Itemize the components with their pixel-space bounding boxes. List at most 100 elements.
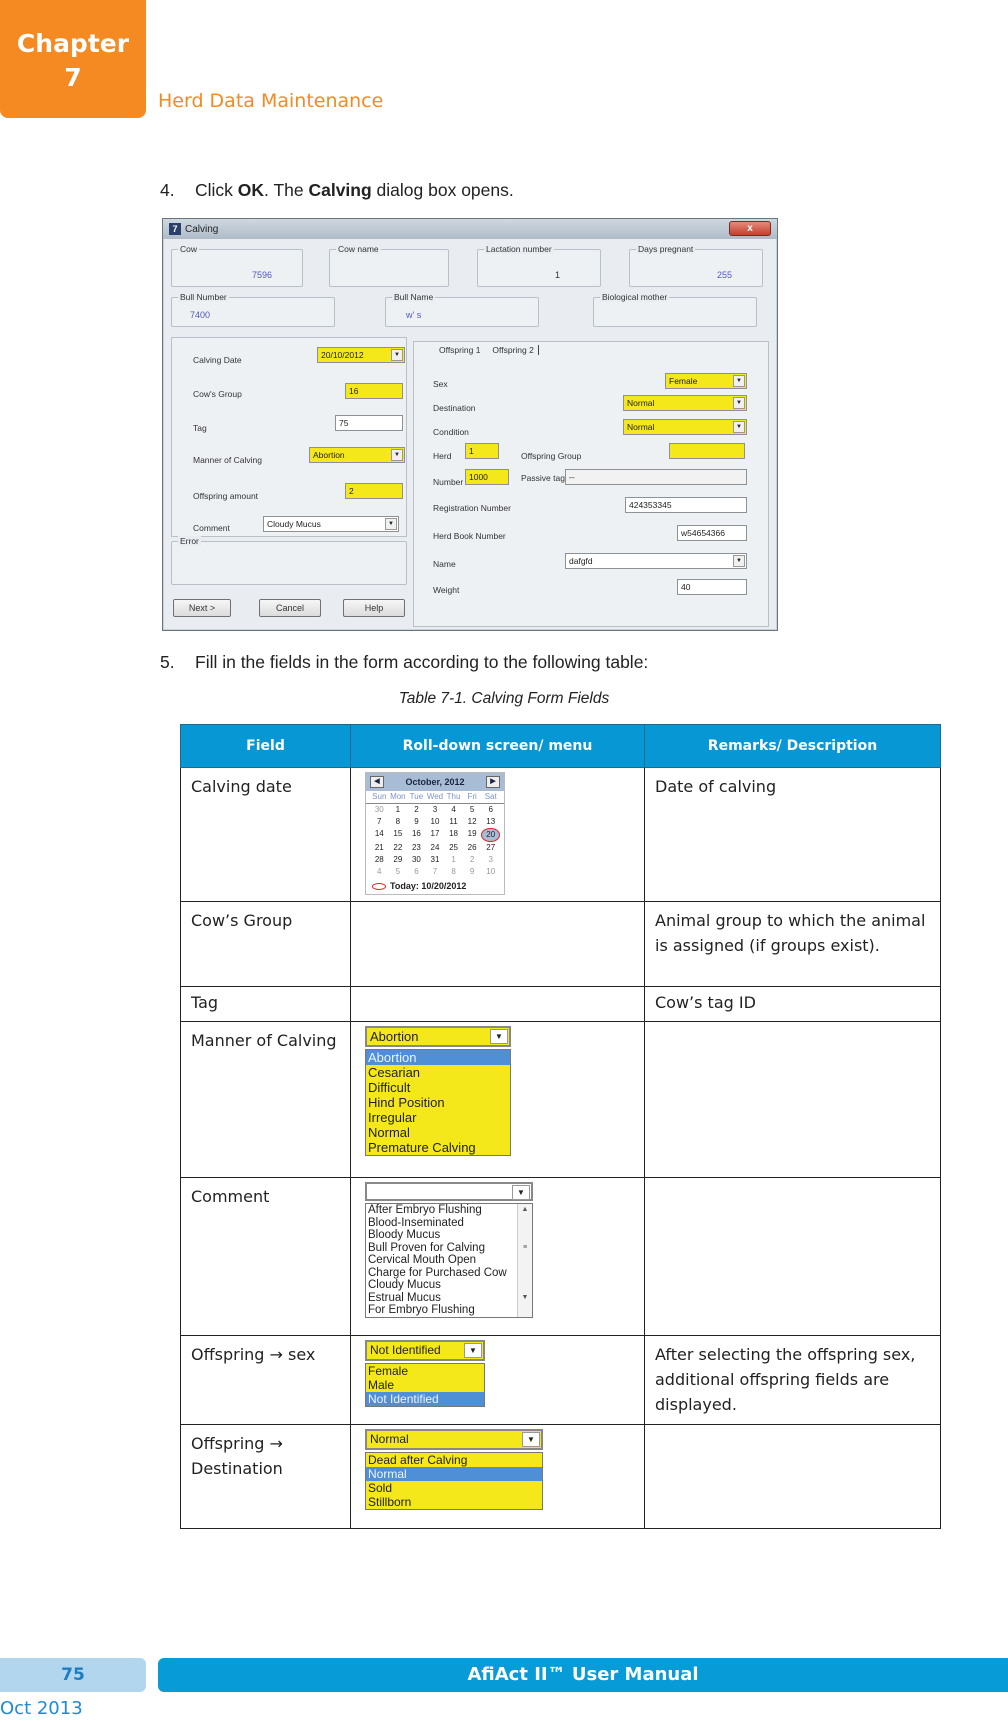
comment-option[interactable]: Charge for Purchased Cow: [368, 1267, 514, 1280]
destination-option[interactable]: Stillborn: [368, 1495, 540, 1509]
calendar-day[interactable]: 9: [463, 866, 482, 878]
calendar-day[interactable]: 31: [426, 854, 445, 866]
calendar-day[interactable]: 3: [481, 854, 500, 866]
manner-option[interactable]: Hind Position: [368, 1095, 508, 1110]
calendar-day[interactable]: 7: [370, 816, 389, 828]
chevron-down-icon[interactable]: ▼: [512, 1185, 530, 1200]
comment-select[interactable]: Cloudy Mucus ▼: [263, 516, 399, 532]
calendar-day[interactable]: 5: [389, 866, 408, 878]
comment-option[interactable]: Estrual Mucus: [368, 1292, 514, 1305]
chevron-down-icon[interactable]: ▼: [391, 349, 403, 361]
chevron-down-icon[interactable]: ▼: [385, 518, 397, 530]
calendar-day[interactable]: 2: [407, 804, 426, 816]
sex-select[interactable]: Female ▼: [665, 373, 747, 389]
destination-option[interactable]: Normal: [366, 1467, 542, 1481]
registration-number-field[interactable]: 424353345: [625, 497, 747, 513]
chevron-down-icon[interactable]: ▼: [733, 421, 745, 433]
next-month-icon[interactable]: ▶: [485, 776, 500, 788]
calendar-day[interactable]: 12: [463, 816, 482, 828]
calendar-day[interactable]: 6: [407, 866, 426, 878]
chevron-down-icon[interactable]: ▼: [733, 555, 745, 567]
calendar-day[interactable]: 14: [370, 828, 389, 842]
tab-offspring-2[interactable]: Offspring 2: [490, 345, 539, 355]
calendar-day[interactable]: 17: [426, 828, 445, 842]
manner-option[interactable]: Cesarian: [368, 1065, 508, 1080]
comment-option[interactable]: For Embryo Flushing: [368, 1304, 514, 1317]
chevron-down-icon[interactable]: ▼: [464, 1343, 482, 1358]
calendar-day[interactable]: 16: [407, 828, 426, 842]
calendar-day[interactable]: 7: [426, 866, 445, 878]
calendar-day[interactable]: 4: [370, 866, 389, 878]
offspring-group-field[interactable]: [669, 443, 745, 459]
calendar-day[interactable]: 19: [463, 828, 482, 842]
chevron-down-icon[interactable]: ▼: [522, 1432, 540, 1447]
calendar-day[interactable]: 4: [444, 804, 463, 816]
calendar-day[interactable]: 26: [463, 842, 482, 854]
manner-of-calving-select[interactable]: Abortion ▼: [309, 447, 405, 463]
calving-date-field[interactable]: 20/10/2012 ▼: [317, 347, 405, 363]
calendar-day[interactable]: 22: [389, 842, 408, 854]
chevron-down-icon[interactable]: ▼: [391, 449, 403, 461]
calendar-day[interactable]: 13: [481, 816, 500, 828]
calendar-day[interactable]: 6: [481, 804, 500, 816]
today-label[interactable]: Today: 10/20/2012: [390, 880, 466, 892]
calendar-day[interactable]: 20: [481, 828, 500, 842]
next-button[interactable]: Next >: [173, 599, 231, 617]
manner-option[interactable]: Abortion: [366, 1050, 510, 1065]
manner-option[interactable]: Premature Calving: [368, 1140, 508, 1155]
sex-option[interactable]: Not Identified: [366, 1392, 484, 1406]
calendar-day[interactable]: 10: [481, 866, 500, 878]
comment-option[interactable]: Blood-Inseminated: [368, 1217, 514, 1230]
herd-field[interactable]: 1: [465, 443, 499, 459]
calendar-day[interactable]: 3: [426, 804, 445, 816]
cows-group-field[interactable]: 16: [345, 383, 403, 399]
manner-option[interactable]: Irregular: [368, 1110, 508, 1125]
manner-option[interactable]: Normal: [368, 1125, 508, 1140]
calendar-day[interactable]: 9: [407, 816, 426, 828]
calendar-day[interactable]: 5: [463, 804, 482, 816]
chevron-down-icon[interactable]: ▼: [490, 1029, 508, 1044]
destination-option[interactable]: Dead after Calving: [368, 1453, 540, 1467]
calendar-day[interactable]: 29: [389, 854, 408, 866]
calendar-day[interactable]: 11: [444, 816, 463, 828]
tab-offspring-1[interactable]: Offspring 1: [437, 345, 482, 355]
condition-select[interactable]: Normal ▼: [623, 419, 747, 435]
tag-field[interactable]: 75: [335, 415, 403, 431]
destination-select[interactable]: Normal ▼: [623, 395, 747, 411]
calendar-day[interactable]: 15: [389, 828, 408, 842]
calendar-day[interactable]: 28: [370, 854, 389, 866]
calendar-day[interactable]: 30: [370, 804, 389, 816]
number-field[interactable]: 1000: [465, 469, 509, 485]
name-select[interactable]: dafgfd ▼: [565, 553, 747, 569]
calendar-day[interactable]: 25: [444, 842, 463, 854]
calendar-day[interactable]: 24: [426, 842, 445, 854]
manner-option[interactable]: Difficult: [368, 1080, 508, 1095]
calendar-day[interactable]: 2: [463, 854, 482, 866]
calendar-day[interactable]: 21: [370, 842, 389, 854]
comment-option[interactable]: Cervical Mouth Open: [368, 1254, 514, 1267]
calendar-day[interactable]: 30: [407, 854, 426, 866]
offspring-amount-field[interactable]: 2: [345, 483, 403, 499]
weight-field[interactable]: 40: [677, 579, 747, 595]
calendar-day[interactable]: 8: [389, 816, 408, 828]
chevron-down-icon[interactable]: ▼: [733, 375, 745, 387]
passive-tag-field[interactable]: --: [565, 469, 747, 485]
help-button[interactable]: Help: [343, 599, 405, 617]
sex-option[interactable]: Male: [368, 1378, 482, 1392]
comment-option[interactable]: Bloody Mucus: [368, 1229, 514, 1242]
destination-option[interactable]: Sold: [368, 1481, 540, 1495]
calendar-day[interactable]: 10: [426, 816, 445, 828]
scrollbar[interactable]: ▲ ≡ ▼: [517, 1204, 532, 1317]
calendar-day[interactable]: 23: [407, 842, 426, 854]
calendar-day[interactable]: 8: [444, 866, 463, 878]
chevron-down-icon[interactable]: ▼: [733, 397, 745, 409]
calendar-day[interactable]: 1: [444, 854, 463, 866]
close-button[interactable]: x: [729, 221, 771, 236]
calendar-day[interactable]: 18: [444, 828, 463, 842]
comment-option[interactable]: After Embryo Flushing: [368, 1204, 514, 1217]
calendar-day[interactable]: 27: [481, 842, 500, 854]
cancel-button[interactable]: Cancel: [259, 599, 321, 617]
sex-option[interactable]: Female: [368, 1364, 482, 1378]
calendar-day[interactable]: 1: [389, 804, 408, 816]
prev-month-icon[interactable]: ◀: [370, 776, 384, 788]
